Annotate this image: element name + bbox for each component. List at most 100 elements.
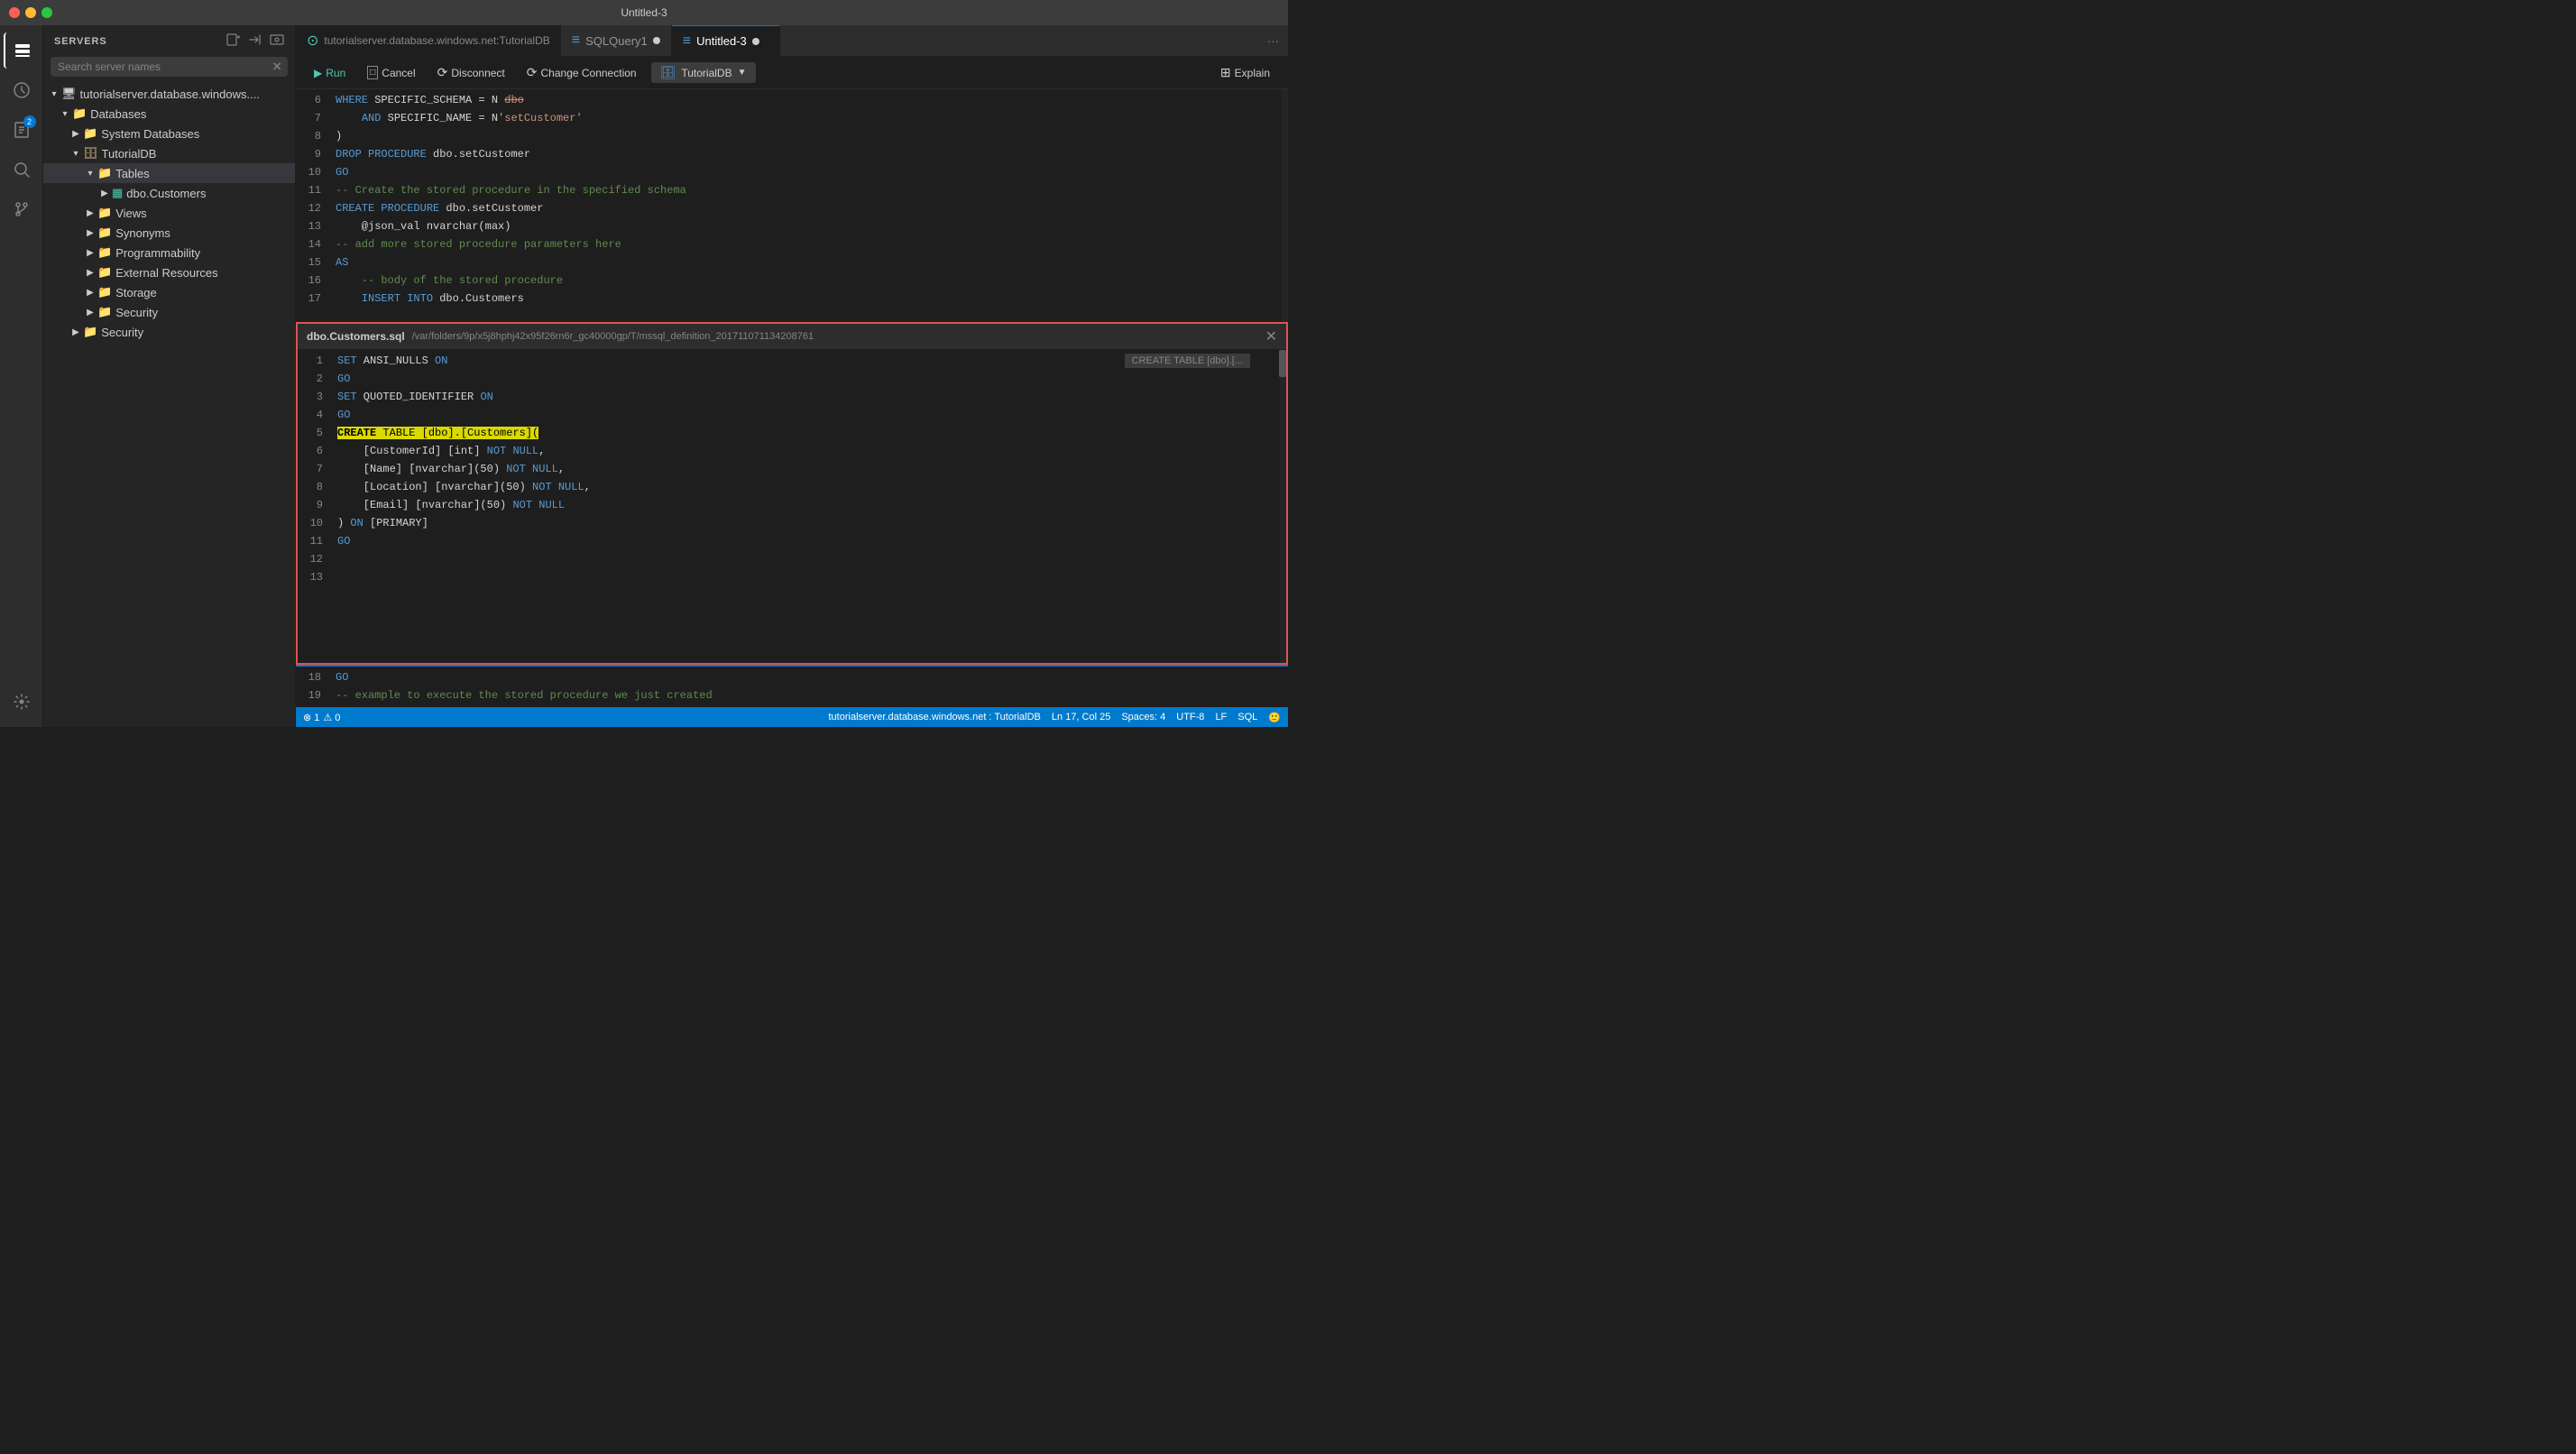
tree-item-programmability[interactable]: ▶ 📁 Programmability (43, 243, 295, 262)
tab-connection[interactable]: ⊙ tutorialserver.database.windows.net:Tu… (296, 25, 561, 56)
peek-line-5: CREATE TABLE [dbo].[Customers]( (330, 424, 1279, 442)
errors-label: ⊗ 1 (303, 712, 319, 723)
history-icon[interactable] (4, 72, 40, 108)
db-dropdown-icon: ▼ (738, 68, 747, 78)
peek-line-numbers: 1 2 3 4 5 6 7 8 9 10 11 12 13 (298, 350, 330, 663)
security-outer-label: Security (101, 326, 143, 339)
status-encoding[interactable]: UTF-8 (1176, 712, 1204, 722)
minimize-button[interactable] (25, 7, 36, 18)
tree-item-tutorialdb[interactable]: ▾ 🗄 TutorialDB (43, 143, 295, 163)
code-line-13: @json_val nvarchar(max) (328, 217, 1281, 235)
peek-line-2: GO (330, 370, 1279, 388)
status-language[interactable]: SQL (1237, 712, 1257, 722)
run-icon: ▶ (314, 67, 322, 79)
search-box[interactable]: ✕ (51, 57, 288, 77)
tree-item-security-inner[interactable]: ▶ 📁 Security (43, 302, 295, 322)
change-connection-icon: ⟳ (527, 65, 538, 80)
customers-label: dbo.Customers (126, 187, 206, 200)
search-icon[interactable] (4, 152, 40, 188)
tree-item-system-dbs[interactable]: ▶ 📁 System Databases (43, 124, 295, 143)
line-numbers-main: 6 7 8 9 10 11 12 13 14 15 16 17 (296, 89, 328, 324)
peek-close-button[interactable]: ✕ (1265, 327, 1277, 345)
close-button[interactable] (9, 7, 20, 18)
explain-label: Explain (1235, 67, 1270, 79)
storage-label: Storage (115, 286, 157, 299)
explain-button[interactable]: ⊞ Explain (1213, 63, 1277, 82)
tree-item-customers[interactable]: ▶ ▦ dbo.Customers (43, 183, 295, 203)
tab-more-button[interactable]: ··· (1258, 25, 1288, 56)
status-bar: ⊗ 1 ⚠ 0 tutorialserver.database.windows.… (296, 707, 1288, 727)
sidebar-title: SERVERS (54, 36, 107, 47)
code-line-10: GO (328, 163, 1281, 181)
connection-label: tutorialserver.database.windows.net:Tuto… (324, 34, 549, 47)
tree-item-tables[interactable]: ▾ 📁 Tables (43, 163, 295, 183)
tab-sqlquery1-label: SQLQuery1 (585, 34, 648, 48)
status-line-ending[interactable]: LF (1215, 712, 1227, 722)
tab-bar: ⊙ tutorialserver.database.windows.net:Tu… (296, 25, 1288, 57)
status-server[interactable]: tutorialserver.database.windows.net : Tu… (829, 712, 1041, 722)
new-query-icon[interactable] (226, 32, 241, 50)
change-connection-button[interactable]: ⟳ Change Connection (520, 63, 644, 82)
code-line-6: WHERE SPECIFIC_SCHEMA = N dbo (328, 91, 1281, 109)
disconnect-icon[interactable] (248, 32, 262, 50)
search-clear-icon[interactable]: ✕ (271, 60, 282, 75)
search-input[interactable] (51, 57, 288, 77)
code-line-7: AND SPECIFIC_NAME = N'setCustomer' (328, 109, 1281, 127)
code-line-11: -- Create the stored procedure in the sp… (328, 181, 1281, 199)
notebook-icon[interactable]: 2 (4, 112, 40, 148)
tutorialdb-label: TutorialDB (102, 147, 157, 161)
peek-code-editor[interactable]: 1 2 3 4 5 6 7 8 9 10 11 12 13 (298, 350, 1286, 663)
db-name: TutorialDB (681, 67, 731, 79)
peek-window: dbo.Customers.sql /var/folders/9p/x5j8hp… (296, 322, 1288, 665)
peek-header: dbo.Customers.sql /var/folders/9p/x5j8hp… (298, 324, 1286, 350)
toolbar: ▶ Run □ Cancel ⟳ Disconnect ⟳ Change Con… (296, 57, 1288, 89)
bottom-code-editor[interactable]: 18 19 GO -- example to execute the store… (296, 667, 1288, 707)
connect-icon[interactable] (270, 32, 284, 50)
servers-icon[interactable] (4, 32, 40, 69)
cancel-button[interactable]: □ Cancel (360, 64, 422, 81)
code-line-15: AS (328, 253, 1281, 271)
status-errors[interactable]: ⊗ 1 ⚠ 0 (303, 712, 340, 723)
code-line-14: -- add more stored procedure parameters … (328, 235, 1281, 253)
notification-badge: 2 (23, 115, 36, 128)
window-title: Untitled-3 (621, 6, 667, 19)
tree-item-views[interactable]: ▶ 📁 Views (43, 203, 295, 223)
tree-item-server[interactable]: ▾ 🖥 tutorialserver.database.windows.... (43, 84, 295, 104)
peek-line-6: [CustomerId] [int] NOT NULL, (330, 442, 1279, 460)
tables-label: Tables (115, 167, 150, 180)
disconnect-icon: ⟳ (437, 65, 448, 80)
file-tree: ▾ 🖥 tutorialserver.database.windows.... … (43, 84, 295, 727)
db-selector[interactable]: 🗄 TutorialDB ▼ (651, 62, 756, 83)
tree-item-external-resources[interactable]: ▶ 📁 External Resources (43, 262, 295, 282)
maximize-button[interactable] (41, 7, 52, 18)
code-line-16: -- body of the stored procedure (328, 271, 1281, 290)
status-position[interactable]: Ln 17, Col 25 (1052, 712, 1110, 722)
sidebar-header: SERVERS (43, 25, 295, 57)
tree-item-security-outer[interactable]: ▶ 📁 Security (43, 322, 295, 342)
tab-untitled3[interactable]: ≡ Untitled-3 (672, 25, 780, 56)
git-icon[interactable] (4, 191, 40, 227)
tab-sqlquery1-dot (653, 37, 660, 44)
status-spaces[interactable]: Spaces: 4 (1121, 712, 1165, 722)
settings-icon[interactable] (4, 684, 40, 720)
peek-line-12: GO (330, 532, 1279, 550)
tab-sqlquery1[interactable]: ≡ SQLQuery1 (561, 25, 672, 56)
bottom-code-lines: GO -- example to execute the stored proc… (328, 667, 1288, 707)
tree-item-storage[interactable]: ▶ 📁 Storage (43, 282, 295, 302)
tree-item-databases[interactable]: ▾ 📁 Databases (43, 104, 295, 124)
editor-content: 6 7 8 9 10 11 12 13 14 15 16 17 WHERE SP… (296, 89, 1288, 707)
editor-area: ⊙ tutorialserver.database.windows.net:Tu… (296, 25, 1288, 727)
peek-code-lines: SET ANSI_NULLS ON GO SET QUOTED_IDENTIFI… (330, 350, 1279, 663)
server-label: tutorialserver.database.windows.... (80, 87, 260, 101)
external-resources-label: External Resources (115, 266, 217, 280)
tree-item-synonyms[interactable]: ▶ 📁 Synonyms (43, 223, 295, 243)
programmability-label: Programmability (115, 246, 200, 260)
window-controls (9, 7, 52, 18)
databases-label: Databases (90, 107, 146, 121)
security-inner-label: Security (115, 306, 158, 319)
disconnect-button[interactable]: ⟳ Disconnect (430, 63, 512, 82)
main-code-editor[interactable]: 6 7 8 9 10 11 12 13 14 15 16 17 WHERE SP… (296, 89, 1288, 324)
views-label: Views (115, 207, 146, 220)
explain-icon: ⊞ (1220, 65, 1231, 80)
run-button[interactable]: ▶ Run (307, 65, 353, 81)
